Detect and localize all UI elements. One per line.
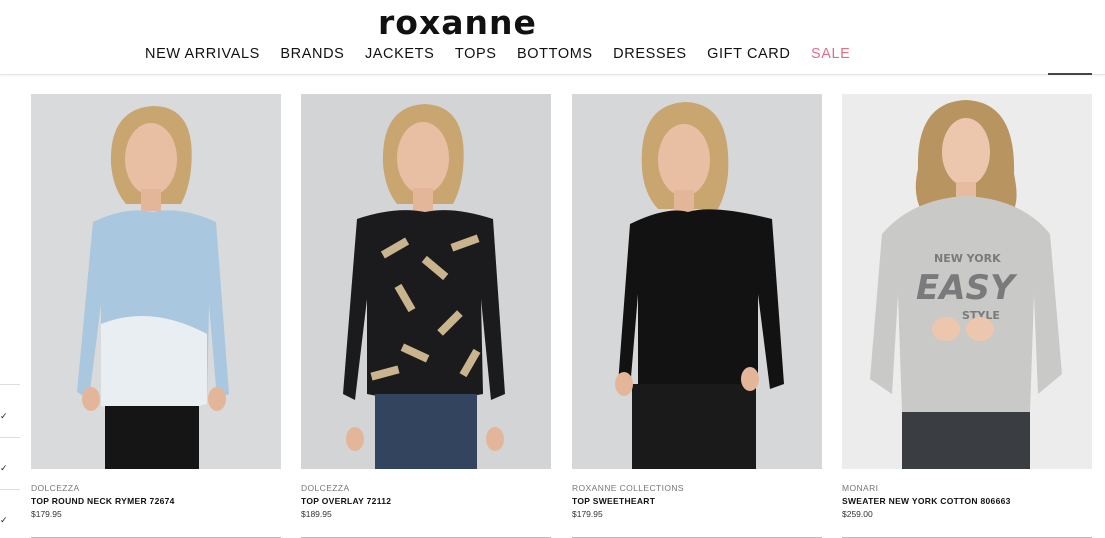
nav-sale[interactable]: SALE <box>811 45 850 63</box>
site-header: roxanne NEW ARRIVALS BRANDS JACKETS TOPS… <box>0 0 1105 75</box>
nav-bottoms[interactable]: BOTTOMS <box>517 45 593 63</box>
product-brand: MONARI <box>842 483 879 493</box>
product-card[interactable]: ROXANNE COLLECTIONS TOP SWEETHEART $179.… <box>572 94 822 538</box>
face <box>658 124 710 196</box>
product-photo[interactable]: NEW YORK EASY STYLE <box>842 94 1092 469</box>
print-line: NEW YORK <box>934 252 1001 265</box>
hand <box>346 427 364 451</box>
filter-chevron-icon[interactable]: ✓ <box>0 516 8 525</box>
hand <box>932 317 960 341</box>
filter-chevron-icon[interactable]: ✓ <box>0 412 8 421</box>
top <box>343 210 505 400</box>
face <box>942 118 990 186</box>
product-photo[interactable] <box>31 94 281 469</box>
site-logo[interactable]: roxanne <box>378 4 537 42</box>
pants <box>632 384 756 469</box>
product-card[interactable]: DOLCEZZA TOP ROUND NECK RYMER 72674 $179… <box>31 94 281 538</box>
neck <box>141 189 161 211</box>
nav-tops[interactable]: TOPS <box>455 45 497 63</box>
hand <box>741 367 759 391</box>
nav-new-arrivals[interactable]: NEW ARRIVALS <box>145 45 260 63</box>
face <box>125 123 177 195</box>
product-price: $189.95 <box>301 509 332 519</box>
filter-divider <box>0 489 20 490</box>
product-brand: DOLCEZZA <box>301 483 350 493</box>
print-line: EASY <box>916 268 1018 308</box>
filter-divider <box>0 437 20 438</box>
nav-jackets[interactable]: JACKETS <box>365 45 434 63</box>
product-price: $259.00 <box>842 509 873 519</box>
product-card[interactable]: DOLCEZZA TOP OVERLAY 72112 $189.95 <box>301 94 551 538</box>
nav-dresses[interactable]: DRESSES <box>613 45 687 63</box>
hand <box>615 372 633 396</box>
product-name[interactable]: TOP OVERLAY 72112 <box>301 496 551 506</box>
hand <box>208 387 226 411</box>
product-name[interactable]: TOP SWEETHEART <box>572 496 822 506</box>
product-photo[interactable] <box>572 94 822 469</box>
top-pattern <box>101 316 207 413</box>
pants <box>105 406 199 469</box>
nav-brands[interactable]: BRANDS <box>280 45 344 63</box>
nav-gift-card[interactable]: GIFT CARD <box>707 45 790 63</box>
product-brand: ROXANNE COLLECTIONS <box>572 483 684 493</box>
neck <box>674 190 694 212</box>
neck <box>413 188 433 212</box>
main-nav: NEW ARRIVALS BRANDS JACKETS TOPS BOTTOMS… <box>145 45 871 63</box>
jeans <box>902 412 1030 469</box>
face <box>397 122 449 194</box>
product-brand: DOLCEZZA <box>31 483 80 493</box>
filter-chevron-icon[interactable]: ✓ <box>0 464 8 473</box>
hand <box>486 427 504 451</box>
product-name[interactable]: SWEATER NEW YORK COTTON 806663 <box>842 496 1092 506</box>
product-price: $179.95 <box>572 509 603 519</box>
product-photo[interactable] <box>301 94 551 469</box>
hand <box>82 387 100 411</box>
header-active-indicator <box>1048 73 1092 75</box>
hand <box>966 317 994 341</box>
product-price: $179.95 <box>31 509 62 519</box>
product-name[interactable]: TOP ROUND NECK RYMER 72674 <box>31 496 281 506</box>
product-card[interactable]: NEW YORK EASY STYLE MONARI SWEATER NEW Y… <box>842 94 1092 538</box>
filter-divider <box>0 384 20 385</box>
jeans <box>375 394 477 469</box>
